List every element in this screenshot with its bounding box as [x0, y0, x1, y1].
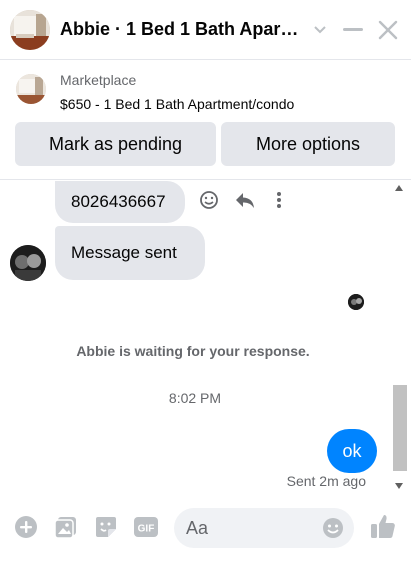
plus-icon[interactable]	[13, 514, 39, 540]
scroll-up-arrow[interactable]	[395, 185, 403, 191]
emoji-icon[interactable]	[322, 517, 344, 539]
sticker-icon[interactable]	[93, 514, 119, 540]
reply-icon[interactable]	[234, 189, 256, 211]
listing-source: Marketplace	[60, 72, 137, 88]
sent-status: Sent 2m ago	[286, 473, 366, 489]
chevron-down-icon[interactable]	[306, 16, 334, 44]
mark-as-pending-button[interactable]: Mark as pending	[15, 122, 216, 166]
close-icon[interactable]	[374, 16, 402, 44]
thumbs-up-icon[interactable]	[369, 512, 397, 540]
minimize-icon[interactable]	[339, 16, 367, 44]
message-bubble-sent[interactable]: Message sent	[55, 226, 205, 280]
contact-avatar[interactable]	[10, 10, 50, 50]
chat-title: Abbie · 1 Bed 1 Bath Apartment/condo	[60, 19, 300, 39]
more-actions-icon[interactable]	[268, 189, 290, 211]
react-icon[interactable]	[198, 189, 220, 211]
contact-avatar-small[interactable]	[10, 245, 46, 281]
gif-icon[interactable]: GIF	[133, 514, 159, 540]
message-bubble-reply[interactable]: ok	[327, 429, 377, 473]
listing-thumbnail[interactable]	[16, 74, 46, 104]
gallery-icon[interactable]	[53, 514, 79, 540]
more-options-button[interactable]: More options	[221, 122, 395, 166]
listing-title[interactable]: $650 - 1 Bed 1 Bath Apartment/condo	[60, 96, 294, 112]
message-timestamp: 8:02 PM	[168, 390, 222, 406]
message-bubble-phone[interactable]: 8026436667	[55, 181, 185, 223]
message-thread: 8026436667 Message sent Abbie is waiting…	[0, 181, 411, 494]
scroll-down-arrow[interactable]	[395, 483, 403, 489]
listing-panel: Marketplace $650 - 1 Bed 1 Bath Apartmen…	[0, 60, 411, 180]
waiting-notice: Abbie is waiting for your response.	[76, 343, 310, 359]
seen-avatar	[348, 294, 364, 310]
scroll-thumb[interactable]	[393, 385, 407, 471]
svg-text:GIF: GIF	[138, 524, 155, 535]
message-input-wrapper	[174, 508, 354, 548]
message-composer: GIF	[0, 494, 411, 562]
message-input[interactable]	[186, 508, 316, 548]
chat-scrollbar[interactable]	[391, 181, 407, 493]
chat-header: Abbie · 1 Bed 1 Bath Apartment/condo	[0, 0, 411, 60]
